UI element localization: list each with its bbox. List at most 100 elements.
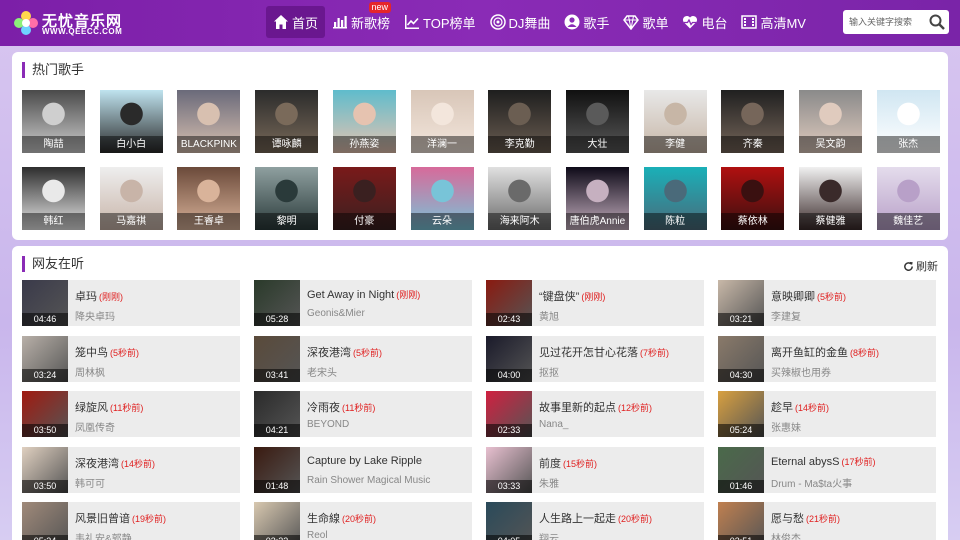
- singer-card[interactable]: BLACKPINK: [177, 90, 241, 153]
- song-title[interactable]: 趁早 (14秒前): [771, 399, 933, 415]
- song-artist[interactable]: 凤凰传奇: [75, 419, 237, 434]
- nav-playlists[interactable]: 歌单: [616, 6, 675, 38]
- singer-card[interactable]: 吴文韵: [799, 90, 862, 153]
- singer-card[interactable]: 张杰: [876, 90, 940, 153]
- song-title[interactable]: Capture by Lake Ripple: [307, 455, 469, 467]
- song-artist[interactable]: 林俊杰: [771, 530, 933, 540]
- song-artist[interactable]: 降央卓玛: [75, 308, 237, 323]
- song-title[interactable]: 前度 (15秒前): [539, 455, 701, 471]
- singer-card[interactable]: 王睿卓: [177, 167, 241, 230]
- site-logo[interactable]: 无忧音乐网 WWW.QEECC.COM: [12, 7, 126, 39]
- song-title[interactable]: 笼中鸟 (5秒前): [75, 344, 237, 360]
- song-card[interactable]: 04:30 离开鱼缸的金鱼 (8秒前) 买辣椒也用券: [718, 335, 936, 382]
- nav-home[interactable]: 首页: [266, 6, 326, 38]
- song-card[interactable]: 04:00 见过花开怎甘心花落 (7秒前) 抠抠: [486, 335, 704, 382]
- nav-singers[interactable]: 歌手: [557, 6, 616, 38]
- song-artist[interactable]: Nana_: [539, 419, 701, 430]
- song-card[interactable]: 03:24 笼中鸟 (5秒前) 周林枫: [22, 335, 240, 382]
- nav-new-songs[interactable]: 新歌榜 new: [325, 2, 397, 38]
- section-title: 热门歌手: [22, 62, 84, 78]
- song-title[interactable]: 绿旋风 (11秒前): [75, 399, 237, 415]
- song-artist[interactable]: Rain Shower Magical Music: [307, 475, 469, 486]
- song-artist[interactable]: 韩可可: [75, 475, 237, 490]
- refresh-button[interactable]: 刷新: [903, 258, 938, 274]
- song-artist[interactable]: Geonis&Mier: [307, 308, 469, 319]
- song-card[interactable]: 03:41 深夜港湾 (5秒前) 老宋头: [254, 335, 472, 382]
- nav-top-charts[interactable]: TOP榜单: [397, 6, 483, 38]
- song-artist[interactable]: 张惠妹: [771, 419, 933, 434]
- song-card[interactable]: 03:33 前度 (15秒前) 朱雅: [486, 446, 704, 493]
- song-artist[interactable]: 周林枫: [75, 364, 237, 379]
- singer-card[interactable]: 韩红: [22, 167, 85, 230]
- song-card[interactable]: 05:28 Get Away in Night (刚刚) Geonis&Mier: [254, 280, 472, 326]
- song-card[interactable]: 04:05 人生路上一起走(20秒前) 翔云: [486, 502, 704, 540]
- singer-card[interactable]: 蔡依林: [721, 167, 785, 230]
- singer-card[interactable]: 陈粒: [643, 167, 707, 230]
- song-title[interactable]: 生命線 (20秒前): [307, 510, 469, 526]
- song-card[interactable]: 03:22 生命線(20秒前) Reol: [254, 502, 472, 540]
- song-card[interactable]: 05:24 趁早 (14秒前) 张惠妹: [718, 391, 936, 437]
- song-title[interactable]: 离开鱼缸的金鱼 (8秒前): [771, 344, 933, 360]
- song-artist[interactable]: 韦礼安&郭静: [75, 530, 237, 540]
- song-title[interactable]: 风景旧曾谙 (19秒前): [75, 510, 237, 526]
- song-title[interactable]: 意映卿卿 (5秒前): [771, 288, 933, 304]
- song-card[interactable]: 01:46 Eternal abysS (17秒前) Drum - Ma$ta火事: [718, 446, 936, 493]
- song-title[interactable]: 冷雨夜 (11秒前): [307, 399, 469, 415]
- song-card[interactable]: 03:21 意映卿卿 (5秒前) 李建复: [718, 280, 936, 326]
- singer-card[interactable]: 孙燕姿: [332, 90, 396, 153]
- singer-card[interactable]: 陶喆: [22, 90, 85, 153]
- song-title[interactable]: 卓玛 (刚刚): [75, 288, 237, 304]
- song-title[interactable]: 故事里新的起点 (12秒前): [539, 399, 701, 415]
- singer-card[interactable]: 白小白: [99, 90, 163, 153]
- song-card[interactable]: 04:21 冷雨夜 (11秒前) BEYOND: [254, 391, 472, 437]
- song-card[interactable]: 04:46 卓玛 (刚刚) 降央卓玛: [22, 280, 240, 326]
- song-card[interactable]: 02:33 故事里新的起点 (12秒前) Nana_: [486, 391, 704, 437]
- singer-card[interactable]: 云朵: [410, 167, 474, 230]
- song-title[interactable]: Eternal abysS (17秒前): [771, 455, 933, 468]
- song-title[interactable]: 见过花开怎甘心花落 (7秒前): [539, 344, 701, 360]
- search-input[interactable]: [843, 10, 927, 34]
- nav-mv[interactable]: 高清MV: [734, 6, 813, 38]
- singer-card[interactable]: 马嘉祺: [99, 167, 163, 230]
- nav-radio[interactable]: 电台: [675, 6, 734, 38]
- song-title-text: 深夜港湾: [307, 346, 351, 359]
- song-card[interactable]: 03:50 深夜港湾 (14秒前) 韩可可: [22, 446, 240, 493]
- singer-card[interactable]: 谭咏麟: [255, 90, 319, 153]
- nav-dj[interactable]: DJ舞曲: [483, 6, 558, 38]
- singer-card[interactable]: 蔡健雅: [799, 167, 862, 230]
- song-title[interactable]: Get Away in Night (刚刚): [307, 288, 469, 301]
- song-artist[interactable]: 买辣椒也用券: [771, 364, 933, 379]
- song-artist[interactable]: 老宋头: [307, 364, 469, 379]
- song-title-text: 风景旧曾谙: [75, 513, 130, 525]
- singer-card[interactable]: 魏佳艺: [876, 167, 940, 230]
- song-artist[interactable]: BEYOND: [307, 419, 469, 430]
- singer-card[interactable]: 李克勤: [488, 90, 552, 153]
- singer-card[interactable]: 洋澜一: [410, 90, 474, 153]
- song-artist[interactable]: 李建复: [771, 308, 933, 323]
- song-card[interactable]: 03:51 愿与愁(21秒前) 林俊杰: [718, 502, 936, 540]
- song-artist[interactable]: 抠抠: [539, 364, 701, 379]
- singer-card[interactable]: 唐伯虎Annie: [565, 167, 629, 230]
- song-card[interactable]: 03:50 绿旋风 (11秒前) 凤凰传奇: [22, 391, 240, 437]
- search-icon[interactable]: [928, 13, 946, 31]
- song-card[interactable]: 01:48 Capture by Lake Ripple Rain Shower M…: [254, 446, 472, 493]
- song-artist[interactable]: 黄旭: [539, 308, 701, 323]
- singer-card[interactable]: 齐秦: [721, 90, 785, 153]
- song-title[interactable]: 深夜港湾 (5秒前): [307, 344, 469, 360]
- song-title[interactable]: 人生路上一起走 (20秒前): [539, 510, 701, 526]
- singer-card[interactable]: 黎明: [255, 167, 319, 230]
- singer-card[interactable]: 付豪: [332, 167, 396, 230]
- song-card[interactable]: 02:43 “键盘侠” (刚刚) 黄旭: [486, 280, 704, 326]
- song-title[interactable]: 愿与愁 (21秒前): [771, 510, 933, 526]
- singer-card[interactable]: 大壮: [565, 90, 629, 153]
- song-title[interactable]: 深夜港湾 (14秒前): [75, 455, 237, 471]
- singer-card[interactable]: 海来阿木: [488, 167, 552, 230]
- song-artist[interactable]: Drum - Ma$ta火事: [771, 475, 933, 490]
- singer-card[interactable]: 李健: [643, 90, 707, 153]
- song-artist[interactable]: Reol: [307, 530, 469, 540]
- song-artist[interactable]: 朱雅: [539, 475, 701, 490]
- song-artist[interactable]: 翔云: [539, 530, 701, 540]
- song-title[interactable]: “键盘侠” (刚刚): [539, 288, 701, 304]
- song-cover: 04:05: [486, 502, 532, 540]
- song-card[interactable]: 05:34 风景旧曾谙(19秒前) 韦礼安&郭静: [22, 502, 240, 540]
